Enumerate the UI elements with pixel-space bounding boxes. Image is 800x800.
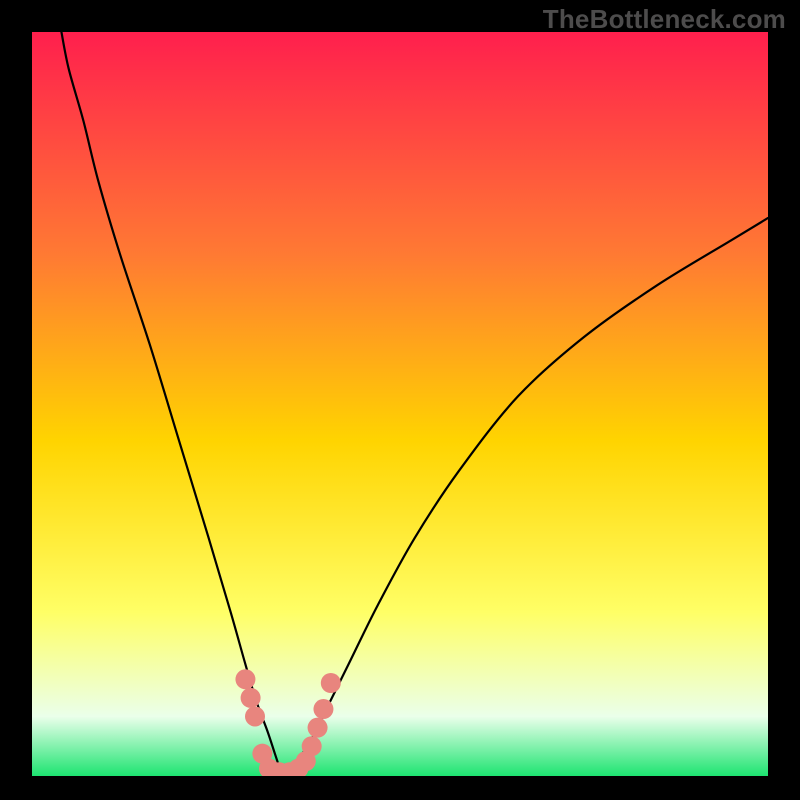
gradient-background [32,32,768,776]
marker-point [235,669,255,689]
plot-area [32,32,768,776]
marker-point [302,736,322,756]
marker-point [245,706,265,726]
marker-point [321,673,341,693]
marker-point [241,688,261,708]
plot-svg [32,32,768,776]
chart-frame: TheBottleneck.com [0,0,800,800]
marker-point [308,718,328,738]
watermark-text: TheBottleneck.com [543,4,786,35]
marker-point [313,699,333,719]
